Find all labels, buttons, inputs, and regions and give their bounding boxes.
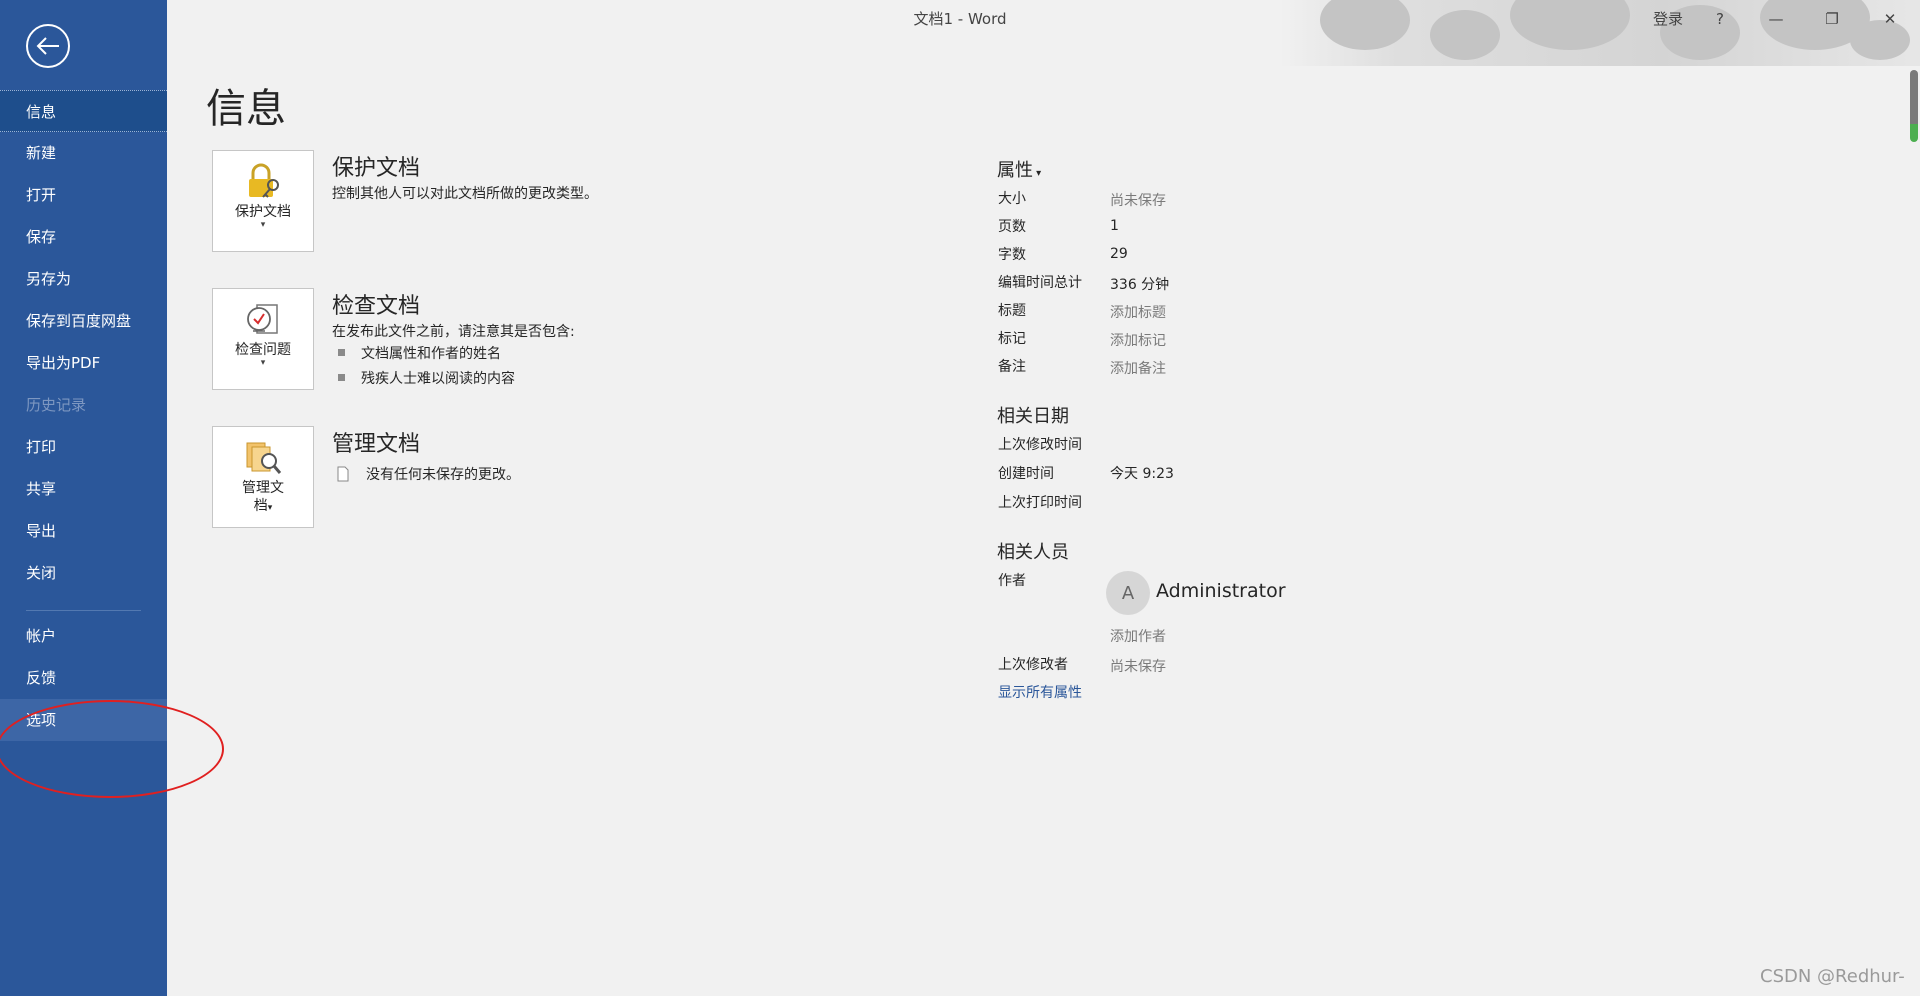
window-title: 文档1 - Word — [913, 10, 1007, 28]
nav-list-main: 信息 新建 打开 保存 另存为 保存到百度网盘 导出为PDF 历史记录 打印 共… — [0, 90, 167, 625]
prop-label-last-printed: 上次打印时间 — [998, 495, 1082, 511]
annotation-circle — [0, 700, 224, 798]
vertical-scrollbar[interactable] — [1910, 70, 1918, 142]
nav-item-export-pdf[interactable]: 导出为PDF — [0, 342, 167, 384]
protect-document-label: 保护文档 — [235, 204, 291, 220]
prop-value-pages: 1 — [1110, 218, 1119, 234]
prop-label-size: 大小 — [998, 191, 1026, 207]
prop-value-tags-input[interactable]: 添加标记 — [1110, 330, 1166, 350]
prop-value-edit-time: 336 分钟 — [1110, 277, 1170, 293]
nav-item-export[interactable]: 导出 — [0, 510, 167, 552]
prop-label-author: 作者 — [998, 573, 1026, 589]
arrow-left-icon — [36, 37, 59, 55]
inspect-document-desc: 在发布此文件之前，请注意其是否包含: — [332, 324, 575, 340]
nav-item-close[interactable]: 关闭 — [0, 552, 167, 594]
manage-document-desc-row: 没有任何未保存的更改。 — [336, 464, 520, 484]
page-title: 信息 — [206, 86, 286, 132]
inspect-bullet-item: 残疾人士难以阅读的内容 — [338, 368, 515, 388]
prop-label-words: 字数 — [998, 247, 1026, 263]
prop-label-tags: 标记 — [998, 331, 1026, 347]
prop-label-edit-time: 编辑时间总计 — [998, 275, 1082, 291]
inspect-document-icon — [247, 304, 278, 334]
protect-document-title: 保护文档 — [332, 156, 421, 181]
check-issues-label: 检查问题 — [235, 342, 291, 358]
back-button[interactable] — [26, 24, 70, 68]
inspect-document-title: 检查文档 — [332, 294, 421, 319]
nav-item-new[interactable]: 新建 — [0, 132, 167, 174]
close-button[interactable]: ✕ — [1868, 0, 1912, 40]
manage-document-title: 管理文档 — [332, 432, 421, 457]
manage-document-icon — [246, 442, 282, 474]
prop-value-last-modified-by: 尚未保存 — [1110, 659, 1166, 675]
nav-divider — [26, 610, 141, 611]
prop-value-words: 29 — [1110, 246, 1128, 262]
prop-value-size: 尚未保存 — [1110, 193, 1166, 209]
add-author-input[interactable]: 添加作者 — [1110, 626, 1166, 646]
inspect-bullet-item: 文档属性和作者的姓名 — [338, 343, 501, 363]
prop-label-comments: 备注 — [998, 359, 1026, 375]
author-name[interactable]: Administrator — [1156, 580, 1286, 602]
help-button[interactable]: ? — [1700, 0, 1740, 40]
caret-down-icon: ▾ — [260, 358, 266, 368]
nav-item-share[interactable]: 共享 — [0, 468, 167, 510]
prop-label-last-modified-by: 上次修改者 — [998, 657, 1068, 673]
sign-in-button[interactable]: 登录 — [1638, 0, 1698, 40]
related-people-header: 相关人员 — [997, 542, 1069, 563]
restore-button[interactable]: ❐ — [1812, 0, 1852, 40]
nav-item-print[interactable]: 打印 — [0, 426, 167, 468]
nav-item-save-to-baidu[interactable]: 保存到百度网盘 — [0, 300, 167, 342]
watermark: CSDN @Redhur- — [1760, 966, 1905, 987]
prop-label-created: 创建时间 — [998, 466, 1054, 482]
prop-value-title-input[interactable]: 添加标题 — [1110, 302, 1166, 322]
prop-label-last-modified: 上次修改时间 — [998, 437, 1082, 453]
minimize-button[interactable]: — — [1756, 0, 1796, 40]
properties-header[interactable]: 属性 ▾ — [997, 156, 1041, 182]
nav-item-feedback[interactable]: 反馈 — [0, 657, 167, 699]
nav-item-open[interactable]: 打开 — [0, 174, 167, 216]
manage-document-label: 管理文 档▾ — [242, 480, 284, 514]
protect-document-desc: 控制其他人可以对此文档所做的更改类型。 — [332, 186, 598, 202]
backstage-nav: 信息 新建 打开 保存 另存为 保存到百度网盘 导出为PDF 历史记录 打印 共… — [0, 0, 167, 996]
prop-value-created: 今天 9:23 — [1110, 466, 1174, 482]
prop-label-title: 标题 — [998, 303, 1026, 319]
protect-document-button[interactable]: 保护文档 ▾ — [212, 150, 314, 252]
lock-key-icon — [249, 163, 279, 198]
nav-item-info[interactable]: 信息 — [0, 90, 167, 132]
nav-item-save[interactable]: 保存 — [0, 216, 167, 258]
check-issues-button[interactable]: 检查问题 ▾ — [212, 288, 314, 390]
manage-document-button[interactable]: 管理文 档▾ — [212, 426, 314, 528]
prop-label-pages: 页数 — [998, 219, 1026, 235]
prop-value-comments-input[interactable]: 添加备注 — [1110, 358, 1166, 378]
nav-item-save-as[interactable]: 另存为 — [0, 258, 167, 300]
nav-item-account[interactable]: 帐户 — [0, 615, 167, 657]
document-icon — [337, 466, 349, 482]
related-dates-header: 相关日期 — [997, 406, 1069, 427]
avatar[interactable]: A — [1106, 571, 1150, 615]
nav-item-history: 历史记录 — [26, 396, 87, 414]
show-all-properties-link[interactable]: 显示所有属性 — [998, 682, 1082, 702]
caret-down-icon: ▾ — [260, 220, 266, 230]
